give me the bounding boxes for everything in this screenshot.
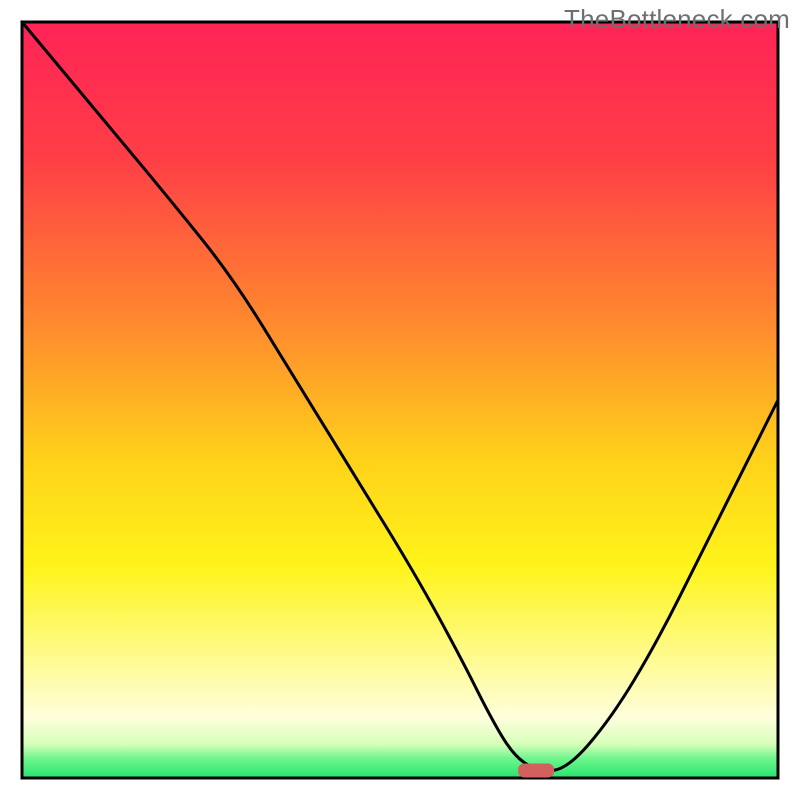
optimum-marker xyxy=(518,763,554,777)
watermark-label: TheBottleneck.com xyxy=(564,4,790,35)
plot-background xyxy=(22,22,778,778)
chart-svg xyxy=(0,0,800,800)
chart-frame: TheBottleneck.com xyxy=(0,0,800,800)
